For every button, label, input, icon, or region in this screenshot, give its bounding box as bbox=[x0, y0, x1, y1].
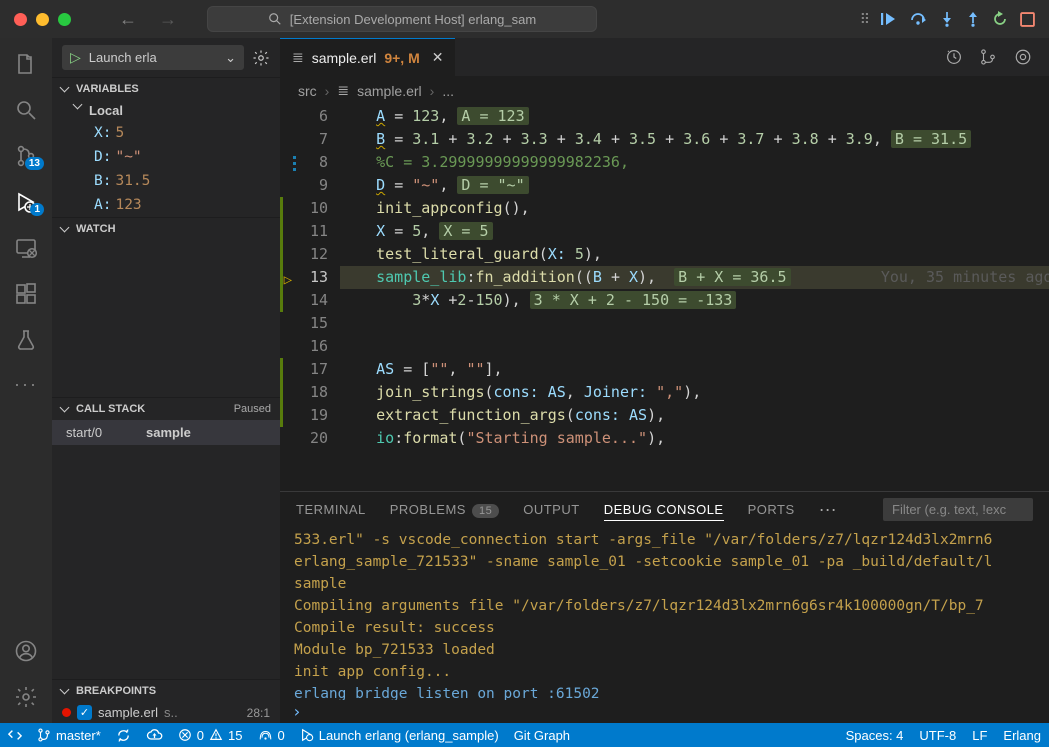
callstack-section-header[interactable]: Call StackPaused bbox=[52, 398, 280, 420]
status-sync-icon[interactable] bbox=[116, 728, 131, 743]
editor-area: ≣ sample.erl 9+, M ✕ src › ≣ sample.erl … bbox=[280, 38, 1049, 723]
tab-problems[interactable]: PROBLEMS15 bbox=[390, 499, 500, 520]
scope-local[interactable]: Local bbox=[52, 100, 280, 121]
search-icon bbox=[268, 12, 282, 26]
config-gear-icon[interactable] bbox=[252, 49, 270, 67]
debug-sidebar: ▷ Launch erla ⌄ Variables Local X: 5D: "… bbox=[52, 38, 280, 723]
breakpoint-row[interactable]: ✓ sample.erl s.. 28:1 bbox=[52, 702, 280, 723]
nav-back-icon[interactable]: ← bbox=[119, 9, 137, 30]
launch-config-dropdown[interactable]: ▷ Launch erla ⌄ bbox=[62, 45, 244, 70]
remote-explorer-icon[interactable] bbox=[14, 236, 38, 260]
status-bar: master* 0 15 0 Launch erlang (erlang_sam… bbox=[0, 723, 1049, 747]
run-cell-icon[interactable] bbox=[1013, 48, 1033, 66]
status-git-graph[interactable]: Git Graph bbox=[514, 728, 570, 743]
file-icon: ≣ bbox=[337, 82, 349, 99]
nav-forward-icon[interactable]: → bbox=[159, 9, 177, 30]
stop-icon[interactable] bbox=[1020, 12, 1035, 27]
status-spaces[interactable]: Spaces: 4 bbox=[846, 728, 904, 743]
command-center-text: [Extension Development Host] erlang_sam bbox=[290, 12, 536, 27]
panel-more-icon[interactable]: ··· bbox=[819, 499, 837, 520]
code-editor[interactable]: 6789101112▷1314151617181920 A = 123, A =… bbox=[280, 105, 1049, 491]
debug-sidebar-icon[interactable]: 1 bbox=[14, 190, 38, 214]
watch-section-header[interactable]: Watch bbox=[52, 218, 280, 240]
search-sidebar-icon[interactable] bbox=[14, 98, 38, 122]
tab-terminal[interactable]: TERMINAL bbox=[296, 499, 366, 520]
scm-icon[interactable]: 13 bbox=[14, 144, 38, 168]
variable-row[interactable]: A: 123 bbox=[52, 193, 280, 217]
play-icon: ▷ bbox=[70, 49, 81, 66]
variable-row[interactable]: X: 5 bbox=[52, 121, 280, 145]
nav-arrows: ← → bbox=[119, 9, 177, 30]
callstack-frame[interactable]: start/0 sample bbox=[52, 420, 280, 445]
debug-console-output[interactable]: 533.erl" -s vscode_connection start -arg… bbox=[280, 527, 1049, 700]
settings-gear-icon[interactable] bbox=[14, 685, 38, 709]
launch-config-label: Launch erla bbox=[89, 50, 157, 65]
step-over-icon[interactable] bbox=[910, 11, 928, 27]
status-eol[interactable]: LF bbox=[972, 728, 987, 743]
breadcrumb[interactable]: src › ≣ sample.erl › ... bbox=[280, 76, 1049, 105]
variables-section-header[interactable]: Variables bbox=[52, 78, 280, 100]
status-encoding[interactable]: UTF-8 bbox=[919, 728, 956, 743]
breakpoints-section-header[interactable]: Breakpoints bbox=[52, 680, 280, 702]
status-port[interactable]: 0 bbox=[258, 728, 285, 743]
tab-debug-console[interactable]: DEBUG CONSOLE bbox=[604, 499, 724, 521]
step-into-icon[interactable] bbox=[940, 11, 954, 27]
variable-row[interactable]: B: 31.5 bbox=[52, 169, 280, 193]
debug-badge: 1 bbox=[30, 203, 44, 216]
activity-bar: 13 1 ··· bbox=[0, 38, 52, 723]
more-icon[interactable]: ··· bbox=[14, 374, 38, 395]
status-launch[interactable]: Launch erlang (erlang_sample) bbox=[300, 728, 499, 743]
tab-ports[interactable]: PORTS bbox=[748, 499, 795, 520]
scm-badge: 13 bbox=[25, 157, 44, 170]
debug-toolbar: ⠿ bbox=[860, 11, 1035, 28]
status-lang[interactable]: Erlang bbox=[1003, 728, 1041, 743]
editor-tab[interactable]: ≣ sample.erl 9+, M ✕ bbox=[280, 38, 455, 76]
diff-icon[interactable] bbox=[979, 48, 997, 66]
command-center[interactable]: [Extension Development Host] erlang_sam bbox=[207, 6, 597, 32]
minimize-window-icon[interactable] bbox=[36, 13, 49, 26]
bottom-panel: TERMINAL PROBLEMS15 OUTPUT DEBUG CONSOLE… bbox=[280, 491, 1049, 723]
close-icon[interactable]: ✕ bbox=[432, 49, 444, 66]
timeline-icon[interactable] bbox=[945, 48, 963, 66]
window-controls bbox=[14, 13, 71, 26]
file-icon: ≣ bbox=[292, 49, 304, 66]
status-cloud-icon[interactable] bbox=[146, 729, 163, 742]
status-branch[interactable]: master* bbox=[37, 728, 101, 743]
breakpoint-dot-icon bbox=[62, 708, 71, 717]
tab-filename: sample.erl bbox=[312, 50, 377, 66]
tab-output[interactable]: OUTPUT bbox=[523, 499, 579, 520]
editor-tabs: ≣ sample.erl 9+, M ✕ bbox=[280, 38, 1049, 76]
variable-row[interactable]: D: "~" bbox=[52, 145, 280, 169]
status-problems[interactable]: 0 15 bbox=[178, 728, 243, 743]
test-icon[interactable] bbox=[14, 328, 38, 352]
chevron-down-icon: ⌄ bbox=[225, 50, 236, 66]
titlebar: ← → [Extension Development Host] erlang_… bbox=[0, 0, 1049, 38]
extensions-icon[interactable] bbox=[14, 282, 38, 306]
explorer-icon[interactable] bbox=[14, 52, 38, 76]
tab-mods: 9+, M bbox=[384, 50, 419, 66]
account-icon[interactable] bbox=[14, 639, 38, 663]
console-filter-input[interactable]: Filter (e.g. text, !exc bbox=[883, 498, 1033, 521]
close-window-icon[interactable] bbox=[14, 13, 27, 26]
checkbox-checked-icon[interactable]: ✓ bbox=[77, 705, 92, 720]
console-prompt[interactable]: › bbox=[280, 700, 1049, 723]
status-remote[interactable] bbox=[8, 728, 22, 742]
drag-grip-icon[interactable]: ⠿ bbox=[860, 11, 868, 28]
restart-icon[interactable] bbox=[992, 11, 1008, 27]
continue-icon[interactable] bbox=[880, 11, 898, 27]
step-out-icon[interactable] bbox=[966, 11, 980, 27]
maximize-window-icon[interactable] bbox=[58, 13, 71, 26]
